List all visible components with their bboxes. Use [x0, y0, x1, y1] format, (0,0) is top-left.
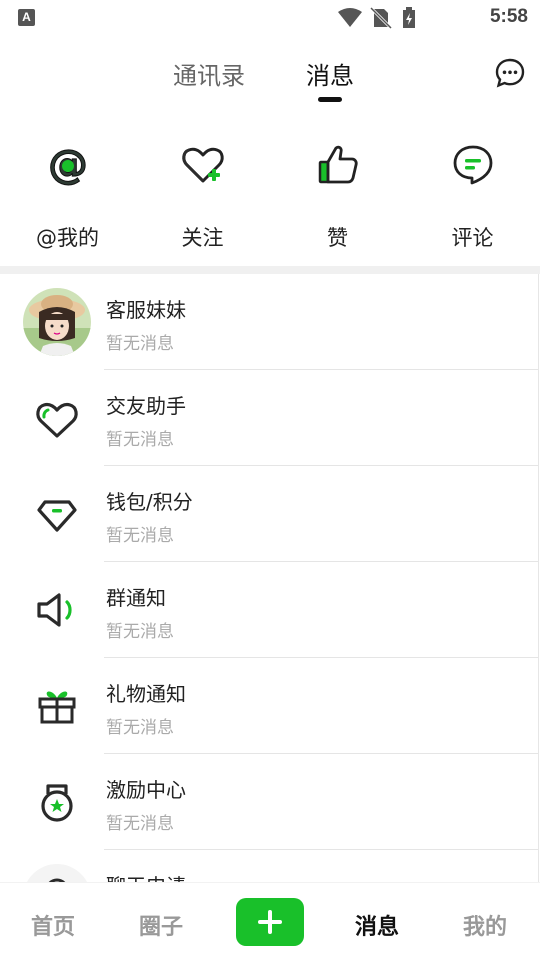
- list-item[interactable]: 交友助手 暂无消息: [0, 370, 538, 466]
- icon-container: [23, 672, 91, 740]
- item-subtitle: 暂无消息: [106, 334, 174, 354]
- wifi-icon: [338, 8, 362, 27]
- icon-container: [23, 768, 91, 836]
- speaker-icon: [37, 593, 72, 627]
- battery-charging-icon: [403, 7, 415, 28]
- item-subtitle: 暂无消息: [106, 622, 174, 642]
- thumbs-up-icon: [318, 145, 358, 184]
- list-item[interactable]: 激励中心 暂无消息: [0, 754, 538, 850]
- nav-profile[interactable]: 我的: [463, 909, 507, 941]
- chat-bubble-icon[interactable]: [494, 57, 526, 89]
- medal-icon: [41, 784, 73, 822]
- nav-messages[interactable]: 消息: [355, 909, 399, 941]
- item-subtitle: 暂无消息: [106, 430, 174, 450]
- status-bar: A 5:58: [0, 0, 540, 36]
- no-sim-icon: [369, 6, 393, 30]
- nav-circle[interactable]: 圈子: [139, 909, 183, 941]
- list-item[interactable]: 钱包/积分 暂无消息: [0, 466, 538, 562]
- quick-action-comments[interactable]: 评论: [405, 140, 540, 250]
- add-button[interactable]: [236, 898, 304, 946]
- quick-action-follow[interactable]: 关注: [135, 140, 270, 250]
- tab-messages[interactable]: 消息: [306, 56, 354, 91]
- nav-home[interactable]: 首页: [31, 909, 75, 941]
- item-title: 激励中心: [106, 778, 186, 802]
- notification-icon: A: [18, 9, 35, 26]
- item-subtitle: 暂无消息: [106, 814, 174, 834]
- heart-plus-icon: [181, 147, 224, 183]
- message-list[interactable]: 客服妹妹 暂无消息 交友助手 暂无消息 钱包/积分 暂无消息 群通知 暂无消息 …: [0, 274, 539, 894]
- quick-action-likes[interactable]: 赞: [270, 140, 405, 250]
- status-icons: [338, 6, 415, 30]
- plus-icon-vertical: [268, 910, 272, 934]
- bottom-nav: 首页 圈子 消息 我的: [0, 882, 540, 961]
- quick-action-label: 评论: [451, 226, 494, 250]
- item-title: 群通知: [106, 586, 166, 610]
- quick-action-label: 关注: [181, 226, 224, 250]
- status-time: 5:58: [489, 6, 528, 27]
- icon-container: [23, 576, 91, 644]
- list-item[interactable]: 群通知 暂无消息: [0, 562, 538, 658]
- quick-action-label: @我的: [36, 226, 99, 250]
- tab-active-indicator: [318, 97, 342, 102]
- heart-icon: [36, 402, 78, 438]
- tab-contacts[interactable]: 通讯录: [173, 56, 245, 91]
- avatar: [23, 288, 91, 356]
- item-subtitle: 暂无消息: [106, 718, 174, 738]
- section-divider: [0, 266, 540, 274]
- list-item[interactable]: 礼物通知 暂无消息: [0, 658, 538, 754]
- item-title: 客服妹妹: [106, 298, 186, 322]
- comment-icon: [453, 145, 492, 185]
- gift-icon: [38, 691, 76, 724]
- at-icon: @: [47, 142, 88, 189]
- icon-container: [23, 384, 91, 452]
- quick-action-label: 赞: [327, 226, 348, 250]
- item-subtitle: 暂无消息: [106, 526, 174, 546]
- item-title: 交友助手: [106, 394, 186, 418]
- quick-action-mentions[interactable]: @ @我的: [0, 140, 135, 251]
- item-title: 礼物通知: [106, 682, 186, 706]
- diamond-icon: [37, 500, 77, 532]
- list-item[interactable]: 客服妹妹 暂无消息: [0, 274, 538, 370]
- top-tabs: 通讯录 消息: [0, 52, 540, 102]
- item-title: 钱包/积分: [106, 490, 193, 514]
- icon-container: [23, 480, 91, 548]
